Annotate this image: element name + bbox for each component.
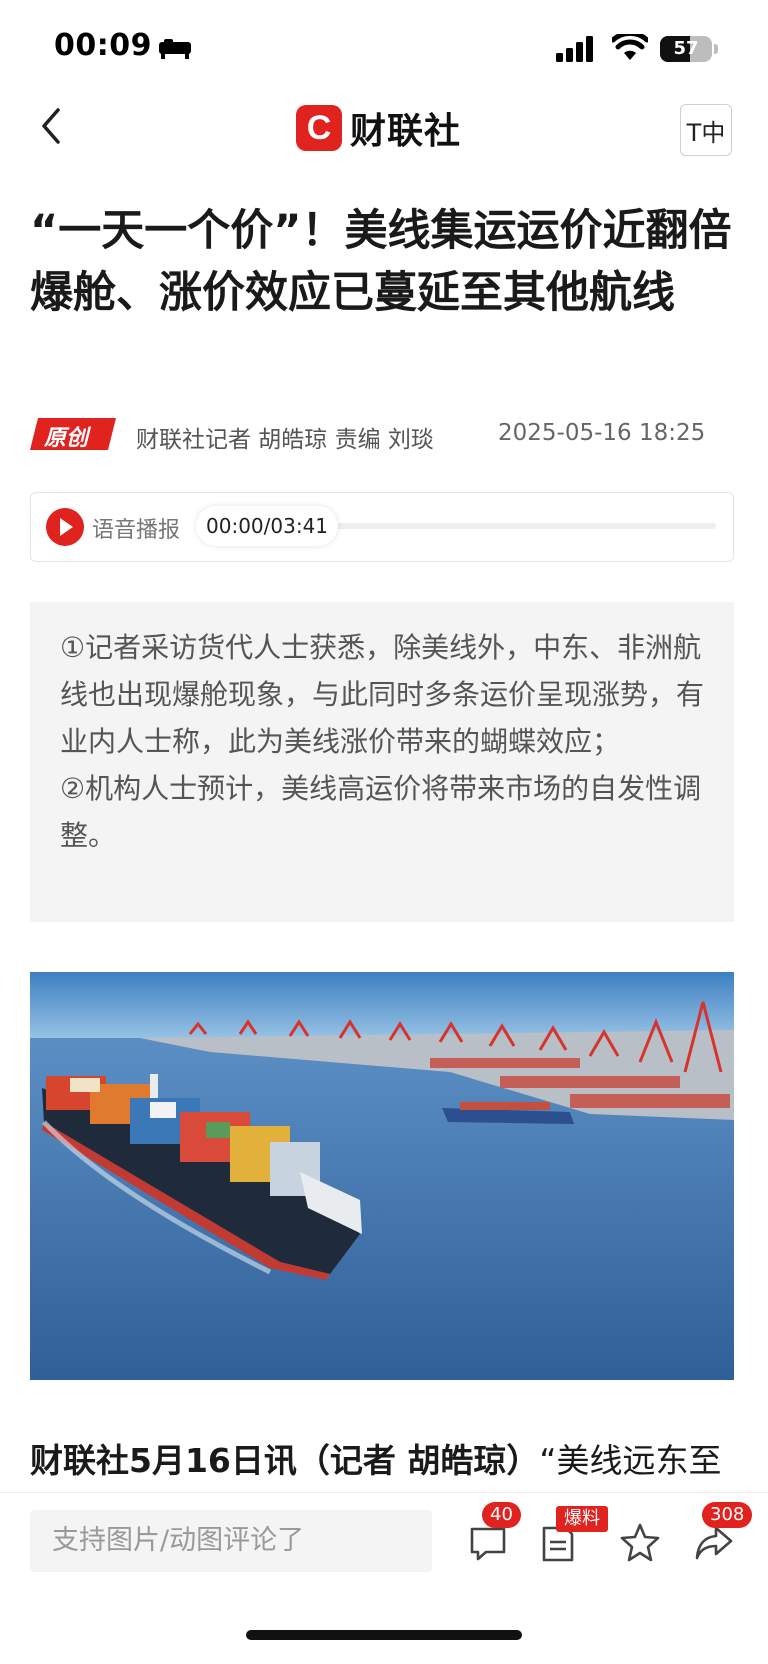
comment-input[interactable]: 支持图片/动图评论了 (30, 1510, 432, 1572)
article-date: 2025-05-16 18:25 (498, 420, 706, 446)
status-time: 00:09 (54, 28, 152, 63)
article-lead: 财联社5月16日讯（记者 胡皓琼）“美线远东至 (30, 1434, 750, 1482)
article-summary: ①记者采访货代人士获悉，除美线外，中东、非洲航线也出现爆舱现象，与此同时多条运价… (30, 602, 734, 922)
audio-time-handle[interactable]: 00:00/03:41 (196, 506, 339, 546)
battery-tip (714, 44, 718, 54)
battery-indicator: 57 (660, 36, 712, 62)
audio-label: 语音播报 (92, 518, 181, 543)
cellular-signal-icon (556, 36, 593, 62)
article-lead-bold: 财联社5月16日讯（记者 胡皓琼） (30, 1441, 540, 1480)
summary-point-2: ②机构人士预计，美线高运价将带来市场的自发性调整。 (60, 772, 702, 852)
share-count-badge: 308 (702, 1502, 753, 1528)
article-lead-text: “美线远东至 (539, 1441, 722, 1480)
wifi-icon (612, 34, 648, 60)
article-author[interactable]: 财联社记者 胡皓琼 责编 刘琰 (136, 420, 434, 454)
share-icon[interactable] (694, 1522, 734, 1562)
comment-count-badge: 40 (482, 1502, 521, 1528)
battery-percent: 57 (673, 38, 699, 59)
font-size-button[interactable]: T中 (680, 104, 732, 156)
brand-logo: C 财联社 (296, 104, 461, 152)
brand-name: 财联社 (350, 111, 462, 152)
original-badge-label: 原创 (44, 426, 89, 451)
news-tip-badge: 爆料 (556, 1506, 608, 1532)
article-photo[interactable] (30, 972, 734, 1380)
favorite-star-icon[interactable] (620, 1522, 660, 1562)
back-arrow-icon[interactable] (36, 104, 70, 148)
comment-icon[interactable] (468, 1524, 508, 1564)
article-title: “一天一个价”！美线集运运价近翻倍 爆舱、涨价效应已蔓延至其他航线 (30, 206, 732, 318)
sleep-focus-icon (159, 39, 191, 59)
home-indicator[interactable] (246, 1630, 522, 1640)
brand-logo-mark: C (296, 105, 342, 151)
play-icon (60, 518, 73, 536)
summary-point-1: ①记者采访货代人士获悉，除美线外，中东、非洲航线也出现爆舱现象，与此同时多条运价… (60, 631, 705, 758)
